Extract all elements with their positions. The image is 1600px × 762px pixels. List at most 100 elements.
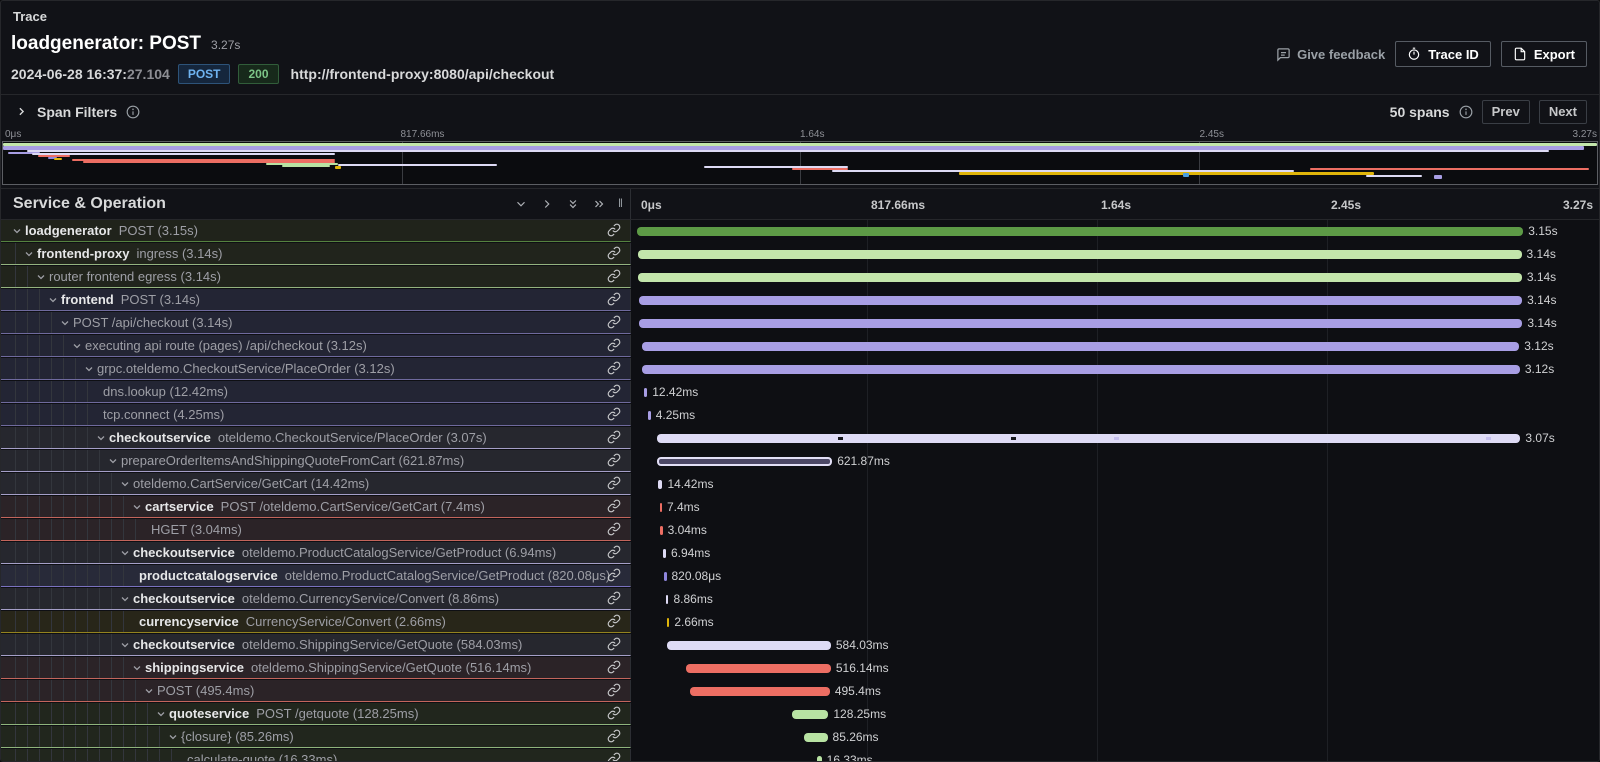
span-link-icon[interactable] bbox=[607, 430, 621, 449]
span-name-cell[interactable]: prepareOrderItemsAndShippingQuoteFromCar… bbox=[1, 450, 631, 472]
span-name-cell[interactable]: quoteservice POST /getquote (128.25ms) bbox=[1, 703, 631, 725]
next-button[interactable]: Next bbox=[1539, 100, 1587, 124]
span-name-cell[interactable]: POST /api/checkout (3.14s) bbox=[1, 312, 631, 334]
span-bar[interactable] bbox=[660, 503, 663, 512]
chevron-down-icon[interactable] bbox=[83, 363, 97, 375]
span-bar[interactable] bbox=[657, 457, 832, 466]
chevron-down-icon[interactable] bbox=[131, 662, 145, 674]
prev-button[interactable]: Prev bbox=[1482, 100, 1530, 124]
expand-one-icon[interactable] bbox=[540, 197, 554, 211]
chevron-down-icon[interactable] bbox=[119, 547, 133, 559]
span-filters-toggle[interactable]: Span Filters bbox=[15, 104, 140, 120]
span-bar[interactable] bbox=[690, 687, 829, 696]
span-bar[interactable] bbox=[817, 756, 822, 762]
span-row[interactable]: shippingservice oteldemo.ShippingService… bbox=[1, 657, 1599, 680]
expand-all-icon[interactable] bbox=[592, 197, 606, 211]
span-name-cell[interactable]: cartservice POST /oteldemo.CartService/G… bbox=[1, 496, 631, 518]
span-row[interactable]: HGET (3.04ms) 3.04ms bbox=[1, 519, 1599, 542]
span-bar[interactable] bbox=[804, 733, 828, 742]
span-row[interactable]: checkoutservice oteldemo.CurrencyService… bbox=[1, 588, 1599, 611]
span-name-cell[interactable]: oteldemo.CartService/GetCart (14.42ms) bbox=[1, 473, 631, 495]
span-name-cell[interactable]: executing api route (pages) /api/checkou… bbox=[1, 335, 631, 357]
span-row[interactable]: frontend POST (3.14s) 3.14s bbox=[1, 289, 1599, 312]
span-bar[interactable] bbox=[642, 365, 1520, 374]
span-name-cell[interactable]: loadgenerator POST (3.15s) bbox=[1, 220, 631, 242]
span-link-icon[interactable] bbox=[607, 568, 621, 587]
span-name-cell[interactable]: grpc.oteldemo.CheckoutService/PlaceOrder… bbox=[1, 358, 631, 380]
span-name-cell[interactable]: {closure} (85.26ms) bbox=[1, 726, 631, 748]
chevron-down-icon[interactable] bbox=[119, 639, 133, 651]
span-name-cell[interactable]: checkoutservice oteldemo.CheckoutService… bbox=[1, 427, 631, 449]
span-link-icon[interactable] bbox=[607, 384, 621, 403]
span-name-cell[interactable]: POST (495.4ms) bbox=[1, 680, 631, 702]
column-resize-grip[interactable]: ‖ bbox=[618, 196, 624, 212]
span-link-icon[interactable] bbox=[607, 545, 621, 564]
span-name-cell[interactable]: checkoutservice oteldemo.CurrencyService… bbox=[1, 588, 631, 610]
span-bar[interactable] bbox=[686, 664, 831, 673]
span-bar[interactable] bbox=[657, 434, 1521, 443]
chevron-down-icon[interactable] bbox=[167, 731, 181, 743]
span-link-icon[interactable] bbox=[607, 591, 621, 610]
span-link-icon[interactable] bbox=[607, 269, 621, 288]
span-row[interactable]: productcatalogservice oteldemo.ProductCa… bbox=[1, 565, 1599, 588]
span-bar[interactable] bbox=[658, 480, 662, 489]
span-bar[interactable] bbox=[644, 388, 647, 397]
span-row[interactable]: {closure} (85.26ms) 85.26ms bbox=[1, 726, 1599, 749]
span-bar[interactable] bbox=[663, 549, 666, 558]
span-row[interactable]: calculate-quote (16.33ms) 16.33ms bbox=[1, 749, 1599, 762]
span-name-cell[interactable]: tcp.connect (4.25ms) bbox=[1, 404, 631, 426]
span-row[interactable]: loadgenerator POST (3.15s) 3.15s bbox=[1, 220, 1599, 243]
span-name-cell[interactable]: router frontend egress (3.14s) bbox=[1, 266, 631, 288]
span-link-icon[interactable] bbox=[607, 246, 621, 265]
span-link-icon[interactable] bbox=[607, 407, 621, 426]
span-link-icon[interactable] bbox=[607, 660, 621, 679]
span-row[interactable]: oteldemo.CartService/GetCart (14.42ms) 1… bbox=[1, 473, 1599, 496]
span-name-cell[interactable]: checkoutservice oteldemo.ShippingService… bbox=[1, 634, 631, 656]
span-name-cell[interactable]: frontend POST (3.14s) bbox=[1, 289, 631, 311]
collapse-one-icon[interactable] bbox=[514, 197, 528, 211]
span-name-cell[interactable]: calculate-quote (16.33ms) bbox=[1, 749, 631, 762]
span-bar[interactable] bbox=[638, 273, 1521, 282]
span-link-icon[interactable] bbox=[607, 752, 621, 762]
span-link-icon[interactable] bbox=[607, 522, 621, 541]
chevron-down-icon[interactable] bbox=[131, 501, 145, 513]
span-name-cell[interactable]: currencyservice CurrencyService/Convert … bbox=[1, 611, 631, 633]
span-row[interactable]: currencyservice CurrencyService/Convert … bbox=[1, 611, 1599, 634]
export-button[interactable]: Export bbox=[1501, 41, 1587, 67]
span-link-icon[interactable] bbox=[607, 637, 621, 656]
chevron-down-icon[interactable] bbox=[11, 225, 25, 237]
chevron-down-icon[interactable] bbox=[119, 593, 133, 605]
span-row[interactable]: POST (495.4ms) 495.4ms bbox=[1, 680, 1599, 703]
collapse-all-icon[interactable] bbox=[566, 197, 580, 211]
span-bar[interactable] bbox=[639, 296, 1522, 305]
span-name-cell[interactable]: frontend-proxy ingress (3.14s) bbox=[1, 243, 631, 265]
span-link-icon[interactable] bbox=[607, 338, 621, 357]
minimap-canvas[interactable] bbox=[2, 141, 1598, 185]
span-row[interactable]: prepareOrderItemsAndShippingQuoteFromCar… bbox=[1, 450, 1599, 473]
chevron-down-icon[interactable] bbox=[143, 685, 157, 697]
span-link-icon[interactable] bbox=[607, 361, 621, 380]
span-row[interactable]: checkoutservice oteldemo.ShippingService… bbox=[1, 634, 1599, 657]
span-link-icon[interactable] bbox=[607, 706, 621, 725]
span-bar[interactable] bbox=[667, 618, 670, 627]
span-bar[interactable] bbox=[638, 250, 1521, 259]
chevron-down-icon[interactable] bbox=[119, 478, 133, 490]
span-bar[interactable] bbox=[666, 595, 669, 604]
span-link-icon[interactable] bbox=[607, 499, 621, 518]
span-bar[interactable] bbox=[792, 710, 828, 719]
span-row[interactable]: router frontend egress (3.14s) 3.14s bbox=[1, 266, 1599, 289]
span-bar[interactable] bbox=[664, 572, 667, 581]
span-row[interactable]: grpc.oteldemo.CheckoutService/PlaceOrder… bbox=[1, 358, 1599, 381]
span-link-icon[interactable] bbox=[607, 223, 621, 242]
span-name-cell[interactable]: checkoutservice oteldemo.ProductCatalogS… bbox=[1, 542, 631, 564]
span-link-icon[interactable] bbox=[607, 315, 621, 334]
span-row[interactable]: checkoutservice oteldemo.ProductCatalogS… bbox=[1, 542, 1599, 565]
trace-id-button[interactable]: Trace ID bbox=[1395, 41, 1491, 67]
span-row[interactable]: quoteservice POST /getquote (128.25ms) 1… bbox=[1, 703, 1599, 726]
span-name-cell[interactable]: HGET (3.04ms) bbox=[1, 519, 631, 541]
span-bar[interactable] bbox=[667, 641, 831, 650]
span-name-cell[interactable]: dns.lookup (12.42ms) bbox=[1, 381, 631, 403]
span-link-icon[interactable] bbox=[607, 729, 621, 748]
chevron-down-icon[interactable] bbox=[107, 455, 121, 467]
span-bar[interactable] bbox=[648, 411, 651, 420]
